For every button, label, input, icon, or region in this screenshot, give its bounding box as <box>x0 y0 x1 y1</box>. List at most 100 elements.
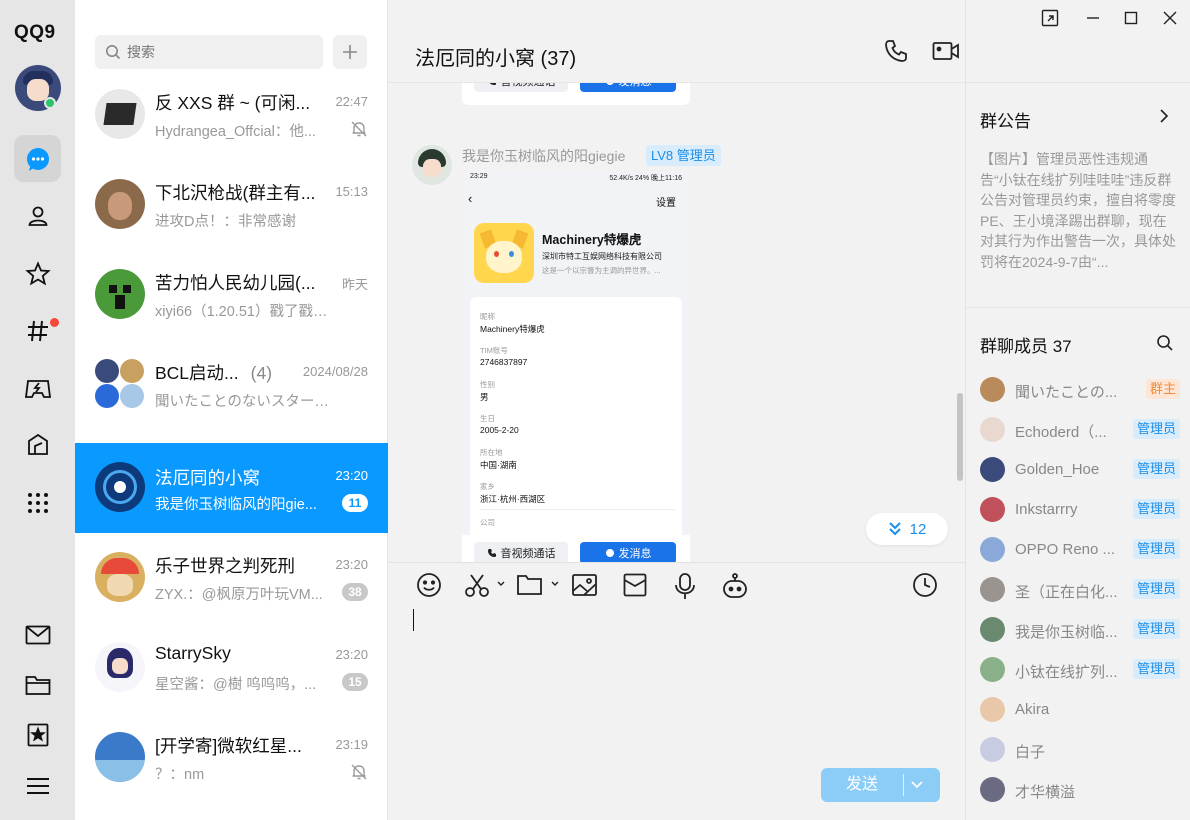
phone-icon[interactable] <box>883 38 909 64</box>
screenshot-settings-label: 设置 <box>656 198 676 209</box>
member-row[interactable]: Echoderd（... 管理员 <box>980 415 1180 445</box>
conversation-item[interactable]: 下北沢枪战(群主有... 15:13 进攻D点！：非常感谢 <box>75 160 388 250</box>
member-avatar[interactable] <box>980 497 1005 522</box>
member-avatar[interactable] <box>980 377 1005 402</box>
conversation-item-active[interactable]: 法厄同的小窝 23:20 我是你玉树临风的阳gie... 11 <box>75 443 388 533</box>
folder-upload-icon[interactable] <box>516 572 562 598</box>
search-input[interactable] <box>127 44 307 60</box>
member-name: OPPO Reno ... <box>1015 541 1116 558</box>
conversation-preview: 星空酱：@樹 呜呜呜，... <box>155 677 317 693</box>
red-envelope-icon[interactable] <box>622 572 648 598</box>
close-icon[interactable] <box>1161 9 1179 27</box>
jump-to-unread-button[interactable]: 12 <box>866 513 948 545</box>
minimize-icon[interactable] <box>1084 9 1102 27</box>
bookmarks-nav-button[interactable] <box>14 711 61 758</box>
card-call-button[interactable]: 音视频通话 <box>474 83 568 92</box>
conversation-preview: ？：nm <box>155 767 205 783</box>
mail-nav-button[interactable] <box>14 611 61 658</box>
conversation-item[interactable]: BCL启动... (4) 2024/08/28 聞いたことのないスターの... <box>75 340 388 430</box>
conversation-item[interactable]: 反 XXS 群 ~ (可闲... 22:47 Hydrangea_Offcial… <box>75 70 388 160</box>
member-row[interactable]: Inkstarrry 管理员 <box>980 495 1180 525</box>
conversation-avatar <box>95 732 145 782</box>
member-row[interactable]: 白子 <box>980 735 1180 765</box>
member-row[interactable]: OPPO Reno ... 管理员 <box>980 535 1180 565</box>
card-call-button[interactable]: 音视频通话 <box>474 542 568 562</box>
member-avatar[interactable] <box>980 777 1005 802</box>
member-name: 小钛在线扩列... <box>1015 664 1118 681</box>
member-row[interactable]: 才华横溢 <box>980 775 1180 805</box>
member-row[interactable]: Akira <box>980 695 1180 725</box>
member-name: Inkstarrry <box>1015 501 1078 518</box>
conversation-item[interactable]: [开学寄]微软红星... 23:19 ？：nm <box>75 713 388 803</box>
online-status-dot <box>44 97 56 109</box>
member-avatar[interactable] <box>980 737 1005 762</box>
sender-avatar[interactable] <box>412 145 452 185</box>
chevron-down-icon[interactable] <box>911 780 923 790</box>
message-scrollbar[interactable] <box>957 393 963 481</box>
member-row[interactable]: 聞いたことの... 群主 <box>980 375 1180 405</box>
member-avatar[interactable] <box>980 537 1005 562</box>
member-role-tag: 管理员 <box>1132 459 1180 479</box>
member-name: 白子 <box>1015 744 1046 761</box>
conversation-item[interactable]: 苦力怕人民幼儿园(... 昨天 xiyi66（1.20.51）戳了戳19... <box>75 250 388 340</box>
member-row[interactable]: 小钛在线扩列... 管理员 <box>980 655 1180 685</box>
group-notice-title[interactable]: 群公告 <box>980 107 1031 132</box>
image-message[interactable]: 23:29 52.4K/s 24% 晚上11:16 ‹ 设置 Machinery特… <box>462 171 690 562</box>
maximize-icon[interactable] <box>1122 9 1140 27</box>
conversation-item[interactable]: 乐子世界之判死刑 23:20 ZYX.：@枫原万叶玩VM... 38 <box>75 533 388 623</box>
member-row[interactable]: 我是你玉树临... 管理员 <box>980 615 1180 645</box>
info-value: Machinery特爆虎 <box>480 324 545 334</box>
microphone-icon[interactable] <box>673 572 697 600</box>
member-avatar[interactable] <box>980 697 1005 722</box>
main-menu-button[interactable] <box>14 762 61 809</box>
channels-nav-button[interactable] <box>14 307 61 354</box>
member-avatar[interactable] <box>980 457 1005 482</box>
cube-icon <box>27 433 48 455</box>
create-button[interactable] <box>333 35 367 69</box>
image-icon[interactable] <box>571 572 599 598</box>
favorites-nav-button[interactable] <box>14 250 61 297</box>
history-clock-icon[interactable] <box>912 572 938 598</box>
member-avatar[interactable] <box>980 577 1005 602</box>
message-input[interactable] <box>413 609 414 631</box>
message-list[interactable]: 音视频通话 发消息 我是你玉树临风的阳giegie LV8 管理员 23:29 5… <box>388 82 965 562</box>
member-avatar[interactable] <box>980 617 1005 642</box>
conversation-avatar <box>95 552 145 602</box>
conversation-name: 法厄同的小窝 <box>155 468 260 488</box>
member-row[interactable]: Golden_Hoe 管理员 <box>980 455 1180 485</box>
search-icon[interactable] <box>1156 334 1174 352</box>
info-value: 中国·湖南 <box>480 460 517 470</box>
robot-icon[interactable] <box>721 572 749 600</box>
unread-badge: 38 <box>342 583 368 601</box>
member-avatar[interactable] <box>980 657 1005 682</box>
contacts-nav-button[interactable] <box>14 192 61 239</box>
member-avatar[interactable] <box>980 417 1005 442</box>
chat-title: 法厄同的小窝 (37) <box>415 48 577 70</box>
files-nav-button[interactable] <box>14 661 61 708</box>
sender-name[interactable]: 我是你玉树临风的阳giegie <box>462 146 625 166</box>
conversation-avatar <box>95 462 145 512</box>
member-name: Akira <box>1015 701 1050 718</box>
member-row[interactable]: 圣（正在白化... 管理员 <box>980 575 1180 605</box>
conversation-name: BCL启动... (4) <box>155 363 273 383</box>
send-button[interactable]: 发送 <box>821 768 940 802</box>
emoji-icon[interactable] <box>416 572 442 598</box>
video-camera-icon[interactable] <box>932 38 960 64</box>
more-apps-nav-button[interactable] <box>14 479 61 526</box>
search-box[interactable] <box>95 35 323 69</box>
apps-nav-button[interactable] <box>14 421 61 468</box>
channels-notification-dot <box>50 318 59 327</box>
pin-window-icon[interactable] <box>1041 9 1059 27</box>
plus-icon <box>343 45 357 59</box>
conversation-item[interactable]: StarrySky 23:20 星空酱：@樹 呜呜呜，... 15 <box>75 623 388 713</box>
conversation-list: 反 XXS 群 ~ (可闲... 22:47 Hydrangea_Offcial… <box>75 0 388 820</box>
chevron-right-icon[interactable] <box>1158 108 1170 124</box>
member-role-tag: 管理员 <box>1132 419 1180 439</box>
messages-nav-button[interactable] <box>14 135 61 182</box>
card-message-button[interactable]: 发消息 <box>580 542 676 562</box>
games-nav-button[interactable] <box>14 364 61 411</box>
card-message-button[interactable]: 发消息 <box>580 83 676 92</box>
group-notice-text[interactable]: 【图片】管理员恶性违规通告“小钛在线扩列哇哇哇”违反群公告对管理员约束，擅自将零… <box>980 149 1180 271</box>
star-icon <box>24 260 51 285</box>
screenshot-scissors-icon[interactable] <box>464 572 508 598</box>
